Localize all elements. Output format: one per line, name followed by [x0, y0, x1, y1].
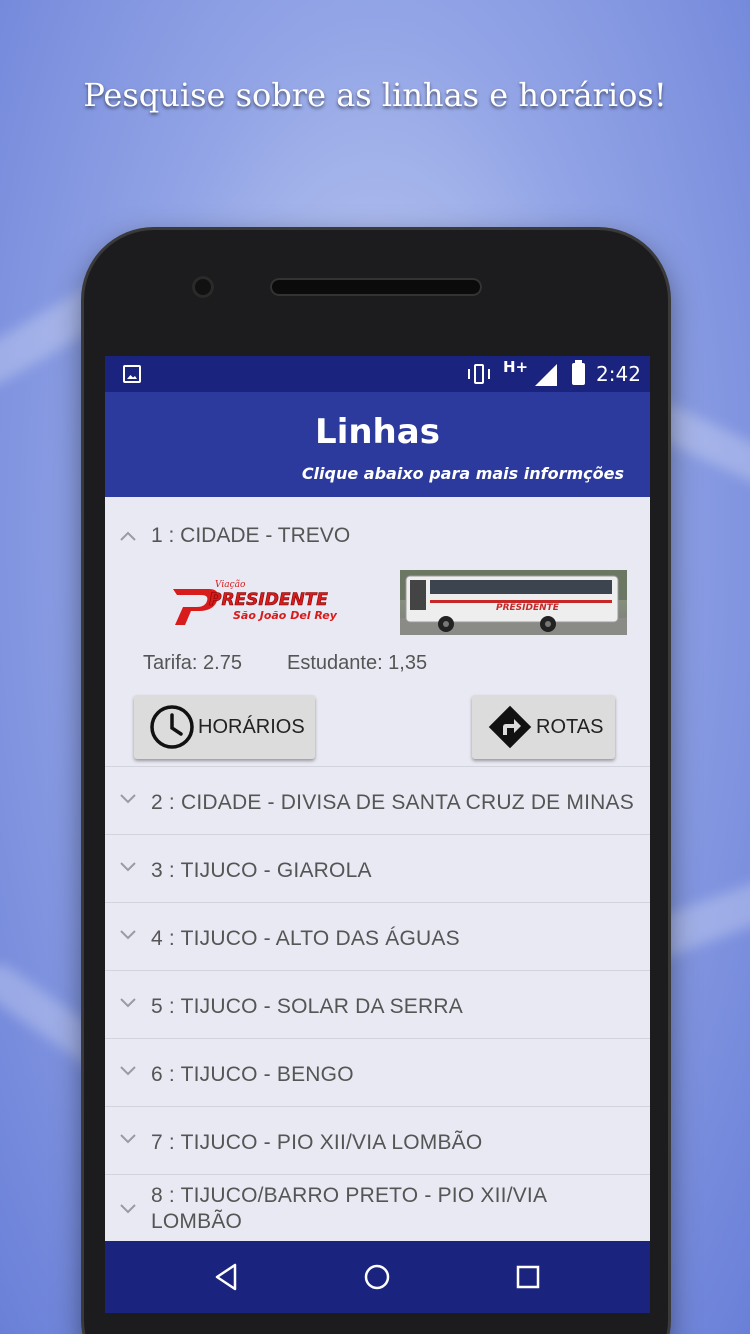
logo-text-top: Viação: [215, 579, 246, 590]
vibrate-icon: [467, 364, 491, 384]
back-icon[interactable]: [211, 1261, 243, 1293]
chevron-down-icon[interactable]: [119, 1065, 137, 1077]
line-label: 7 : TIJUCO - PIO XII/VIA LOMBÃO: [151, 1131, 483, 1154]
chevron-down-icon[interactable]: [119, 997, 137, 1009]
list-item[interactable]: 8 : TIJUCO/BARRO PRETO - PIO XII/VIA LOM…: [105, 1175, 650, 1241]
phone-screen: H+ 2:42 Linhas Clique abaixo para mais i…: [105, 356, 650, 1313]
promo-headline: Pesquise sobre as linhas e horários!: [83, 76, 667, 114]
lines-list: 1 : CIDADE - TREVO Viação PRESIDENTE São…: [105, 497, 650, 1241]
clock-icon: [150, 705, 194, 749]
recents-icon[interactable]: [512, 1261, 544, 1293]
battery-icon: [572, 360, 585, 385]
list-item-expanded[interactable]: 1 : CIDADE - TREVO Viação PRESIDENTE São…: [105, 497, 650, 767]
list-item[interactable]: 6 : TIJUCO - BENGO: [105, 1039, 650, 1107]
earpiece-speaker: [270, 278, 482, 296]
image-icon: [123, 365, 141, 383]
line-label: 3 : TIJUCO - GIAROLA: [151, 859, 372, 882]
line-label: 2 : CIDADE - DIVISA DE SANTA CRUZ DE MIN…: [151, 791, 634, 814]
system-navigation-bar: [105, 1241, 650, 1313]
list-item[interactable]: 7 : TIJUCO - PIO XII/VIA LOMBÃO: [105, 1107, 650, 1175]
chevron-down-icon[interactable]: [119, 861, 137, 873]
status-bar: H+ 2:42: [105, 356, 650, 392]
front-camera: [192, 276, 214, 298]
svg-text:PRESIDENTE: PRESIDENTE: [496, 603, 560, 613]
list-item[interactable]: 2 : CIDADE - DIVISA DE SANTA CRUZ DE MIN…: [105, 767, 650, 835]
page-title: Linhas: [315, 412, 440, 452]
app-bar: Linhas Clique abaixo para mais informçõe…: [105, 392, 650, 497]
directions-icon: [488, 705, 532, 749]
home-icon[interactable]: [361, 1261, 393, 1293]
line-label: 1 : CIDADE - TREVO: [151, 524, 351, 547]
fare-value: Tarifa: 2.75: [143, 652, 242, 674]
routes-button[interactable]: ROTAS: [472, 695, 615, 759]
chevron-down-icon[interactable]: [119, 1203, 137, 1215]
chevron-up-icon[interactable]: [119, 527, 137, 541]
routes-button-label: ROTAS: [536, 715, 604, 738]
line-label: 4 : TIJUCO - ALTO DAS ÁGUAS: [151, 927, 460, 950]
student-fare-value: Estudante: 1,35: [287, 652, 428, 674]
chevron-down-icon[interactable]: [119, 1133, 137, 1145]
list-item[interactable]: 4 : TIJUCO - ALTO DAS ÁGUAS: [105, 903, 650, 971]
company-logo: Viação PRESIDENTE São João Del Rey: [169, 577, 359, 627]
list-item[interactable]: 3 : TIJUCO - GIAROLA: [105, 835, 650, 903]
schedule-button-label: HORÁRIOS: [198, 715, 305, 738]
line-label: 5 : TIJUCO - SOLAR DA SERRA: [151, 995, 463, 1018]
list-item[interactable]: 5 : TIJUCO - SOLAR DA SERRA: [105, 971, 650, 1039]
chevron-down-icon[interactable]: [119, 929, 137, 941]
clock-time: 2:42: [596, 362, 641, 386]
line-label: 6 : TIJUCO - BENGO: [151, 1063, 354, 1086]
signal-icon: [535, 364, 557, 386]
page-subtitle: Clique abaixo para mais informções: [301, 464, 624, 483]
schedule-button[interactable]: HORÁRIOS: [134, 695, 315, 759]
network-type: H+: [503, 358, 529, 376]
logo-text-brand: PRESIDENTE: [209, 590, 328, 610]
logo-text-city: São João Del Rey: [233, 609, 338, 622]
chevron-down-icon[interactable]: [119, 793, 137, 805]
line-label: 8 : TIJUCO/BARRO PRETO - PIO XII/VIA LOM…: [151, 1184, 547, 1233]
bus-photo: PRESIDENTE: [400, 570, 627, 635]
